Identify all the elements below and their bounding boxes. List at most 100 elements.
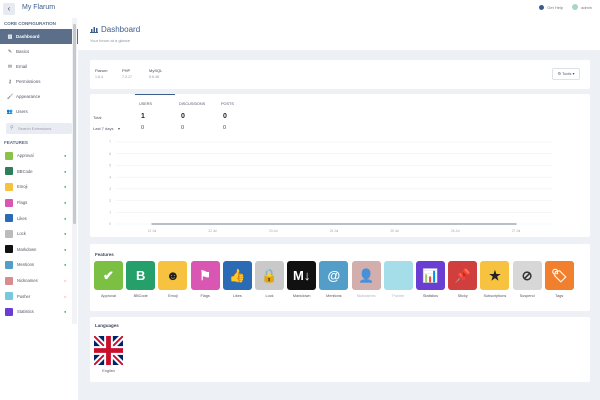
disabled-indicator: ○ [64,293,67,299]
sidebar-scroll-thumb[interactable] [73,24,76,224]
approval-extension-tile[interactable]: ✔ [94,261,123,290]
extension-item-pusher[interactable]: Pusher ○ [0,288,78,304]
enabled-indicator: ● [64,262,67,268]
mentions-icon: @ [327,268,341,283]
data-point [272,223,274,225]
x-tick-label: 24 Jul [330,229,339,233]
mentions-extension-tile[interactable]: @ [319,261,349,290]
emoji-extension-tile[interactable]: ☻ [158,261,188,290]
extension-label: BBCode [17,168,33,174]
sidebar-item-permissions[interactable]: ⚷ Permissions [0,74,78,89]
sidebar-item-label: Email [16,64,28,69]
active-tab-indicator [135,94,175,95]
extension-item-nicknames[interactable]: Nicknames ○ [0,273,78,289]
extension-item-statistics[interactable]: Statistics ● [0,304,78,320]
chart-icon [90,27,98,33]
extension-label: Emoji [17,184,28,190]
user-menu[interactable]: admin [581,5,592,10]
x-tick-label: 27 Jul [512,229,521,233]
markdown-extension-tile[interactable]: M↓ [287,261,317,290]
data-point [212,223,214,225]
stat-value: 0 [181,125,185,131]
y-tick-label: 7 [109,140,111,144]
extension-search-input[interactable]: Search Extensions [6,123,72,134]
extension-item-markdown[interactable]: Markdown ● [0,242,78,258]
enabled-indicator: ● [64,309,67,315]
back-button[interactable]: ‹ [3,3,15,15]
data-point [394,223,396,225]
english-flag-tile[interactable] [94,336,123,365]
extension-item-bbcode[interactable]: BBCode ● [0,164,78,180]
flags-extension-tile[interactable]: ⚑ [190,261,220,290]
sidebar-item-label: Users [16,109,28,114]
enabled-indicator: ● [64,168,67,174]
sidebar-item-basics[interactable]: ✎ Basics [0,44,78,59]
pusher-extension-tile[interactable] [383,261,413,290]
tools-dropdown[interactable]: ⚙ Tools ▾ [552,68,580,80]
x-tick-label: 22 Jul [208,229,217,233]
stat-row-label[interactable]: Last 7 days [93,126,113,131]
suspend-extension-tile[interactable]: ⊘ [512,261,542,290]
likes-icon: 👍 [229,268,246,283]
subscriptions-icon: ★ [489,268,501,283]
stat-tab-posts[interactable]: POSTS [221,102,234,106]
extension-item-mentions[interactable]: Mentions ● [0,257,78,273]
approval-icon [5,151,13,160]
stat-tab-users[interactable]: USERS [139,102,152,106]
sidebar-item-label: Dashboard [16,34,40,39]
likes-extension-tile[interactable]: 👍 [222,261,252,290]
stat-value: 0 [141,125,145,131]
y-tick-label: 0 [109,222,111,226]
sticky-extension-tile[interactable]: 📌 [448,261,478,290]
stat-tab-discussions[interactable]: DISCUSSIONS [179,102,205,106]
lock-extension-tile[interactable]: 🔒 [255,261,284,290]
extension-item-approval[interactable]: Approval ● [0,148,78,164]
languages-card: Languages English [90,317,590,382]
extension-item-lock[interactable]: Lock ● [0,226,78,242]
likes-icon [5,214,13,223]
markdown-icon [5,245,13,254]
users-icon: 👥 [6,108,14,115]
top-bar: ‹ My Flarum Get Help admin [0,0,600,18]
get-help-link[interactable]: Get Help [547,5,563,10]
lock-icon [5,229,13,238]
extension-item-flags[interactable]: Flags ● [0,195,78,211]
disabled-indicator: ○ [64,278,67,284]
languages-title: Languages [95,323,119,328]
enabled-indicator: ● [64,246,67,252]
subscriptions-extension-tile[interactable]: ★ [480,261,510,290]
caret-down-icon: ▾ [118,126,121,131]
extension-item-likes[interactable]: Likes ● [0,210,78,226]
bbcode-extension-tile[interactable]: B [126,261,156,290]
features-card: Features ✔ Approval B BBCode ☻ Emoji ⚑ Flags 👍 Li… [90,244,590,311]
statistics-extension-tile[interactable]: 📊 [416,261,445,290]
version-value: 1.6.4 [95,75,103,79]
pencil-icon: ✎ [7,48,13,55]
sidebar-item-label: Appearance [16,94,41,99]
sidebar-item-users[interactable]: 👥 Users [0,104,78,119]
sidebar-item-dashboard[interactable]: ▥ Dashboard [0,29,78,44]
bbcode-icon: B [135,268,146,283]
sidebar-item-appearance[interactable]: 🖌 Appearance [0,89,78,104]
flags-icon [5,198,13,207]
main-content: Dashboard Your forum at a glance Flarum 1… [78,18,600,400]
version-name: PHP [122,68,131,73]
statistics-chart: 7 6 5 4 3 2 1 0 21 Jul 22 Jul 23 Jul 24 Jul 25 Jul 26… [109,140,552,233]
y-tick-label: 5 [109,164,111,168]
core-heading: CORE CONFIGURATION [4,21,56,26]
help-icon[interactable] [539,4,545,10]
forum-title-link[interactable]: My Flarum [22,4,55,11]
nicknames-extension-tile[interactable]: 👤 [351,261,381,290]
tools-label: Tools [562,71,572,76]
tags-extension-tile[interactable]: 🏷 [544,261,574,290]
version-value: 7.2.17 [122,75,132,79]
extension-item-emoji[interactable]: Emoji ● [0,179,78,195]
extension-label: Statistics [17,309,34,315]
extension-label: Approval [17,153,34,159]
y-tick-label: 3 [109,187,111,191]
avatar[interactable] [572,4,579,10]
sidebar-item-email[interactable]: ✉ Email [0,59,78,74]
stat-value: 0 [223,125,227,131]
sidebar-item-label: Basics [16,49,30,54]
stat-value: 0 [181,113,185,120]
